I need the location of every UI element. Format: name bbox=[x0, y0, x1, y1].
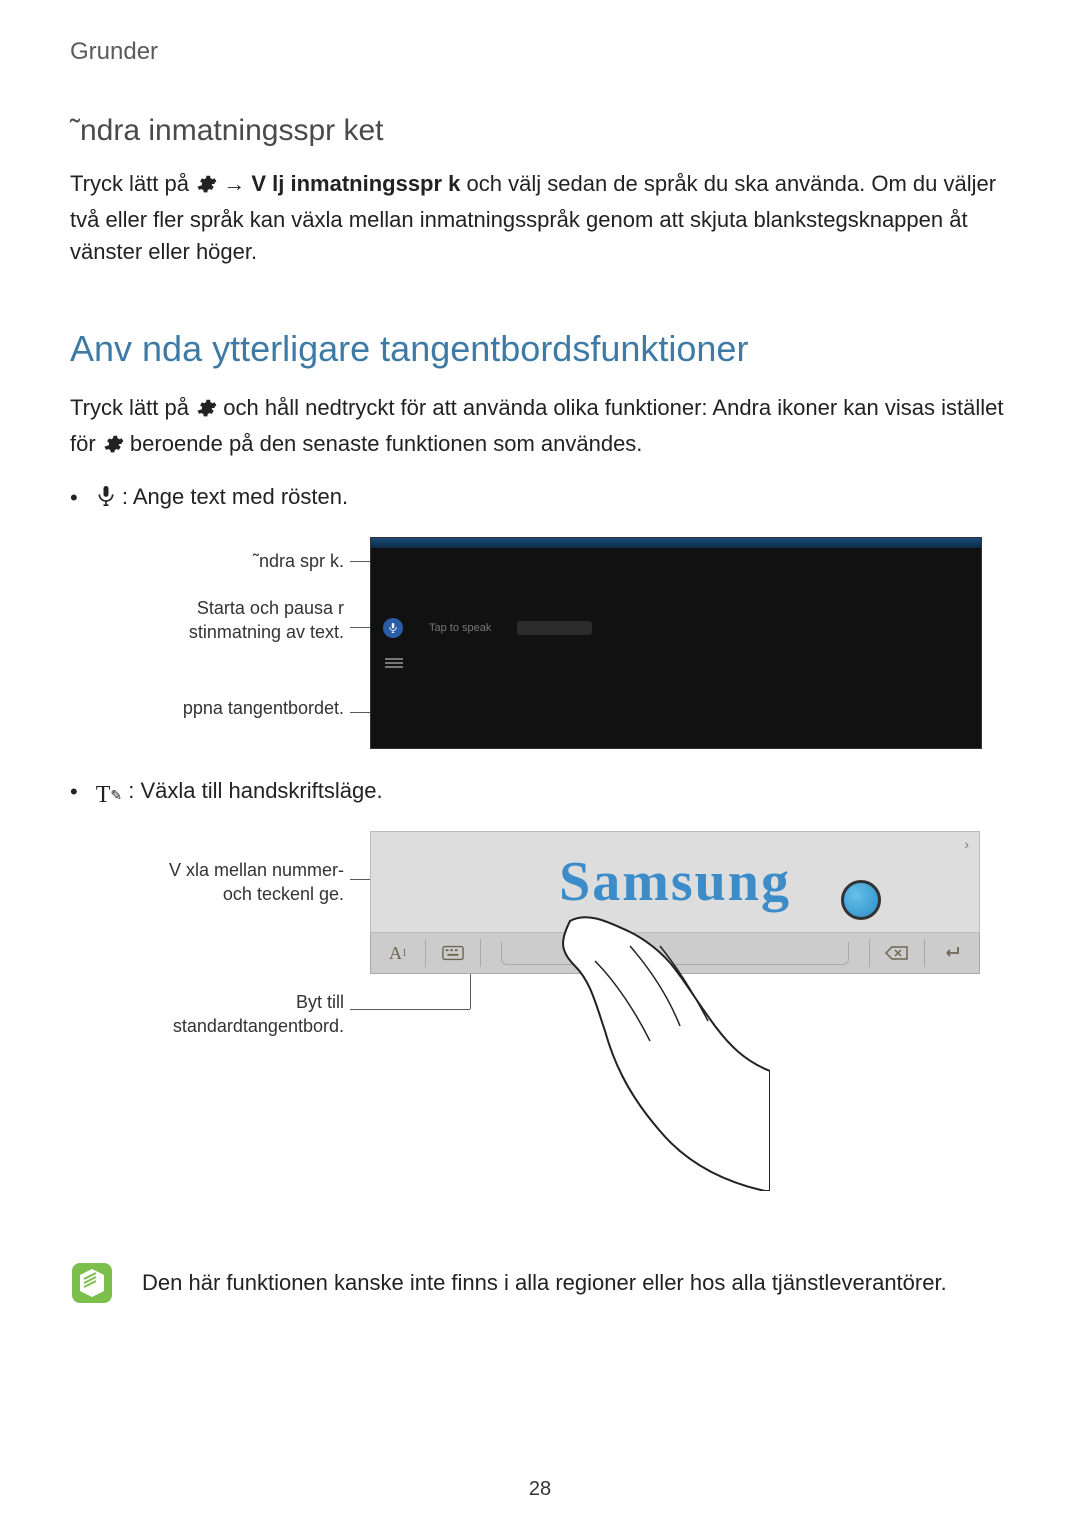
enter-button[interactable] bbox=[925, 933, 979, 973]
arrow-text: → bbox=[223, 171, 251, 196]
language-selector[interactable] bbox=[517, 621, 592, 635]
hand-pointer-illustration bbox=[540, 891, 770, 1191]
text: Tryck lätt på bbox=[70, 171, 195, 196]
text: beroende på den senaste funktionen som a… bbox=[130, 431, 643, 456]
figure-handwriting: V xla mellan nummer- och teckenl ge. Byt… bbox=[70, 831, 1010, 1211]
text: Tryck lätt på bbox=[70, 395, 195, 420]
page-number: 28 bbox=[0, 1478, 1080, 1501]
gear-icon bbox=[102, 432, 124, 464]
gear-icon bbox=[195, 172, 217, 204]
bullet-marker: • bbox=[70, 776, 78, 808]
voice-input-row: Tap to speak bbox=[383, 618, 592, 638]
keyboard-switch-button[interactable] bbox=[426, 933, 480, 973]
touch-indicator bbox=[841, 880, 881, 920]
emphasis: V lj inmatningsspr k bbox=[251, 171, 460, 196]
callout-start-pause-voice: Starta och pausa r stinmatning av text. bbox=[150, 597, 350, 644]
breadcrumb: Grunder bbox=[70, 38, 1010, 66]
callout-switch-keyboard: Byt till standardtangentbord. bbox=[120, 991, 350, 1038]
section-title-change-input-language: ˜ndra inmatningsspr ket bbox=[70, 114, 1010, 148]
microphone-icon bbox=[96, 484, 116, 517]
keyboard-toggle-icon[interactable] bbox=[385, 658, 403, 672]
callout-toggle-mode: V xla mellan nummer- och teckenl ge. bbox=[150, 859, 350, 906]
figure-voice-input: ˜ndra spr k. Starta och pausa r stinmatn… bbox=[70, 537, 1010, 757]
gear-icon bbox=[195, 396, 217, 428]
voice-input-panel: Tap to speak bbox=[370, 537, 982, 749]
note-block: Den här funktionen kanske inte finns i a… bbox=[70, 1261, 1010, 1305]
page: Grunder ˜ndra inmatningsspr ket Tryck lä… bbox=[0, 0, 1080, 1527]
mic-button[interactable] bbox=[383, 618, 403, 638]
bullet-voice-input: • : Ange text med rösten. bbox=[70, 481, 1010, 517]
callout-change-language: ˜ndra spr k. bbox=[253, 551, 350, 572]
section-title-additional-keyboard-functions: Anv nda ytterligare tangentbordsfunktion… bbox=[70, 328, 1010, 370]
note-text: Den här funktionen kanske inte finns i a… bbox=[142, 1270, 947, 1296]
section2-body: Tryck lätt på och håll nedtryckt för att… bbox=[70, 392, 1010, 464]
callout-open-keyboard: ppna tangentbordet. bbox=[183, 697, 350, 720]
panel-titlebar bbox=[371, 538, 981, 548]
callout-line bbox=[350, 1009, 470, 1010]
mode-toggle-button[interactable]: A1 bbox=[371, 933, 425, 973]
note-icon bbox=[70, 1261, 114, 1305]
section1-body: Tryck lätt på → V lj inmatningsspr k och… bbox=[70, 168, 1010, 268]
chevron-right-icon[interactable]: › bbox=[964, 836, 969, 852]
bullet-text: : Växla till handskriftsläge. bbox=[128, 778, 382, 803]
bullet-text: : Ange text med rösten. bbox=[122, 484, 348, 509]
voice-hint-text: Tap to speak bbox=[429, 622, 491, 634]
divider bbox=[480, 939, 481, 967]
bullet-marker: • bbox=[70, 482, 78, 514]
bullet-handwriting: • T✎ : Växla till handskriftsläge. bbox=[70, 775, 1010, 813]
backspace-button[interactable] bbox=[870, 933, 924, 973]
handwriting-icon: T✎ bbox=[96, 778, 122, 813]
